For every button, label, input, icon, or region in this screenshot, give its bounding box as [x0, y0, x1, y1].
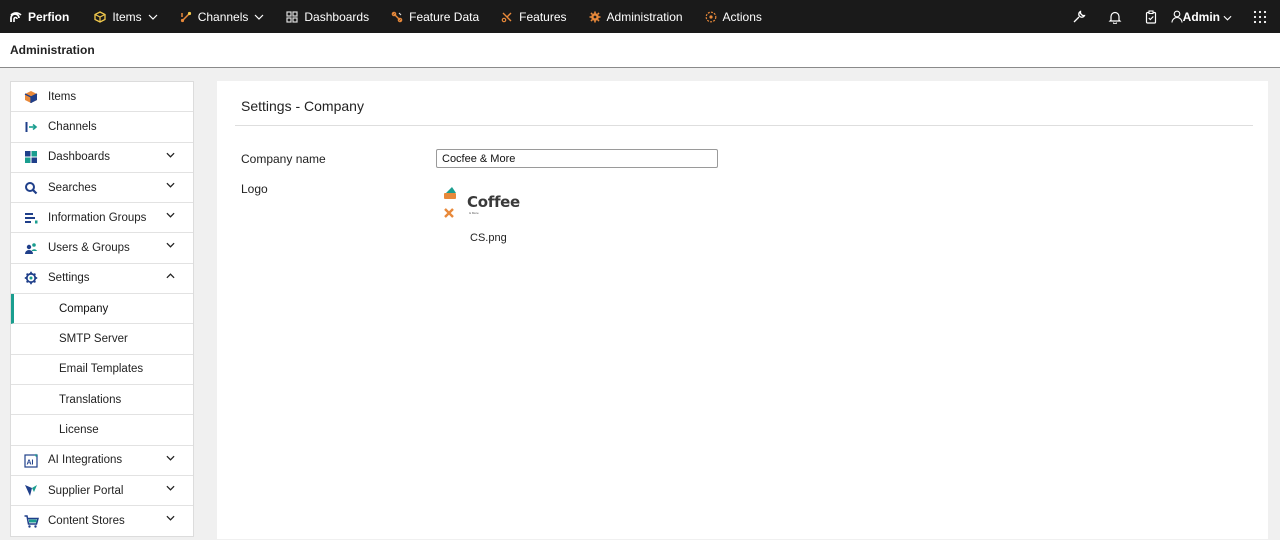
chevron-down-icon: [166, 242, 175, 249]
ai-icon: AI: [23, 452, 39, 468]
clipboard-icon[interactable]: [1133, 9, 1169, 24]
nav-administration-label: Administration: [606, 9, 683, 24]
nav-dashboards[interactable]: Dashboards: [286, 10, 369, 24]
chevron-down-icon: [166, 182, 175, 188]
sidebar-item-label: Channels: [48, 120, 97, 133]
sidebar-item-content-stores[interactable]: Content Stores: [11, 506, 193, 536]
sidebar-item-searches[interactable]: Searches: [11, 173, 193, 204]
admin-sidebar: Items Channels Dashboards Searches Infor…: [10, 81, 194, 538]
nav-feature-data-label: Feature Data: [409, 9, 480, 24]
sidebar-item-license[interactable]: License: [11, 415, 193, 446]
nav-dashboards-label: Dashboards: [304, 9, 370, 24]
divider: [235, 125, 1253, 126]
brand-name: Perfion: [28, 9, 70, 24]
nav-actions[interactable]: Actions: [705, 10, 762, 24]
nav-channels[interactable]: Channels: [180, 10, 265, 24]
sidebar-item-smtp-server[interactable]: SMTP Server: [11, 324, 193, 355]
sidebar-item-company[interactable]: Company: [11, 294, 193, 325]
page-header: Administration: [0, 33, 1280, 68]
user-icon: [1171, 10, 1183, 23]
panel-title: Settings - Company: [241, 98, 364, 114]
perfion-logo-icon: [10, 11, 22, 22]
logo-filename: CS.png: [470, 232, 507, 244]
nav-items-label: Items: [112, 9, 142, 24]
sidebar-item-label: Translations: [59, 393, 122, 406]
bell-icon[interactable]: [1097, 10, 1133, 24]
chevron-down-icon: [254, 14, 264, 20]
channels-icon: [180, 11, 192, 23]
logo-label: Logo: [241, 182, 268, 196]
sidebar-item-items[interactable]: Items: [11, 82, 193, 113]
search-icon: [23, 180, 39, 196]
nav-features-label: Features: [519, 9, 567, 24]
chevron-down-icon: [166, 212, 175, 218]
sidebar-item-label: Users & Groups: [48, 242, 130, 255]
sidebar-item-label: Email Templates: [59, 363, 144, 376]
sidebar-item-ai-integrations[interactable]: AI AI Integrations: [11, 446, 193, 476]
sidebar-item-users-groups[interactable]: Users & Groups: [11, 233, 193, 264]
logo-wordmark: Coffee: [467, 193, 520, 211]
nav-right-tools: Admin: [1061, 0, 1280, 33]
svg-text:AI: AI: [26, 459, 33, 466]
sidebar-item-label: License: [59, 423, 99, 436]
app-grid-icon[interactable]: [1242, 10, 1278, 24]
sidebar-item-information-groups[interactable]: Information Groups: [11, 203, 193, 234]
settings-panel: Settings - Company Company name Logo Cof…: [217, 81, 1268, 539]
user-name: Admin: [1182, 9, 1220, 24]
company-name-field[interactable]: [436, 149, 718, 168]
settings-icon: [23, 270, 39, 286]
cube-icon: [94, 10, 106, 23]
channels-icon: [23, 119, 39, 135]
sidebar-item-settings[interactable]: Settings: [11, 264, 193, 295]
company-logo-image[interactable]: Coffee & More: [442, 183, 522, 225]
dashboard-icon: [286, 10, 298, 23]
sidebar-item-dashboards[interactable]: Dashboards: [11, 143, 193, 173]
sidebar-item-label: Company: [59, 302, 109, 315]
company-name-label: Company name: [241, 152, 326, 166]
brand-logo[interactable]: Perfion: [10, 10, 69, 24]
sidebar-item-label: AI Integrations: [48, 454, 123, 467]
top-navigation-bar: Perfion Items Channels Dashboards Featur…: [0, 0, 1280, 33]
cube-icon: [23, 89, 39, 105]
sidebar-item-label: Information Groups: [48, 211, 147, 224]
nav-features[interactable]: Features: [501, 9, 567, 24]
nav-feature-data[interactable]: Feature Data: [391, 10, 479, 24]
sidebar-item-label: Items: [48, 90, 77, 103]
supplier-icon: [23, 483, 39, 499]
nav-channels-label: Channels: [197, 9, 249, 24]
sidebar-item-label: Dashboards: [48, 151, 111, 164]
page-header-title: Administration: [10, 43, 95, 57]
features-icon: [501, 11, 513, 23]
chevron-down-icon: [148, 14, 158, 20]
sidebar-item-translations[interactable]: Translations: [11, 385, 193, 416]
sidebar-item-label: Content Stores: [48, 515, 125, 528]
nav-administration[interactable]: Administration: [589, 10, 683, 24]
sidebar-item-label: Settings: [48, 272, 90, 285]
wrench-icon[interactable]: [1061, 9, 1097, 24]
sidebar-item-label: SMTP Server: [59, 333, 128, 346]
actions-icon: [705, 11, 717, 23]
chevron-down-icon: [166, 152, 175, 158]
cart-icon: [23, 513, 39, 529]
sidebar-item-label: Supplier Portal: [48, 484, 124, 497]
chevron-up-icon: [166, 273, 175, 279]
dashboard-icon: [23, 149, 39, 165]
info-groups-icon: [23, 210, 39, 226]
sidebar-item-label: Searches: [48, 181, 97, 194]
nav-items[interactable]: Items: [94, 9, 158, 24]
gear-icon: [589, 11, 601, 23]
feature-data-icon: [391, 11, 403, 23]
sidebar-item-channels[interactable]: Channels: [11, 112, 193, 143]
chevron-down-icon: [166, 455, 175, 461]
sidebar-item-email-templates[interactable]: Email Templates: [11, 355, 193, 385]
sidebar-item-supplier-portal[interactable]: Supplier Portal: [11, 476, 193, 507]
user-menu[interactable]: Admin: [1171, 10, 1232, 24]
logo-tagline: & More: [469, 211, 479, 215]
nav-actions-label: Actions: [722, 9, 762, 24]
users-icon: [23, 240, 39, 256]
chevron-down-icon: [166, 515, 175, 521]
chevron-down-icon: [1223, 10, 1232, 24]
chevron-down-icon: [166, 485, 175, 491]
